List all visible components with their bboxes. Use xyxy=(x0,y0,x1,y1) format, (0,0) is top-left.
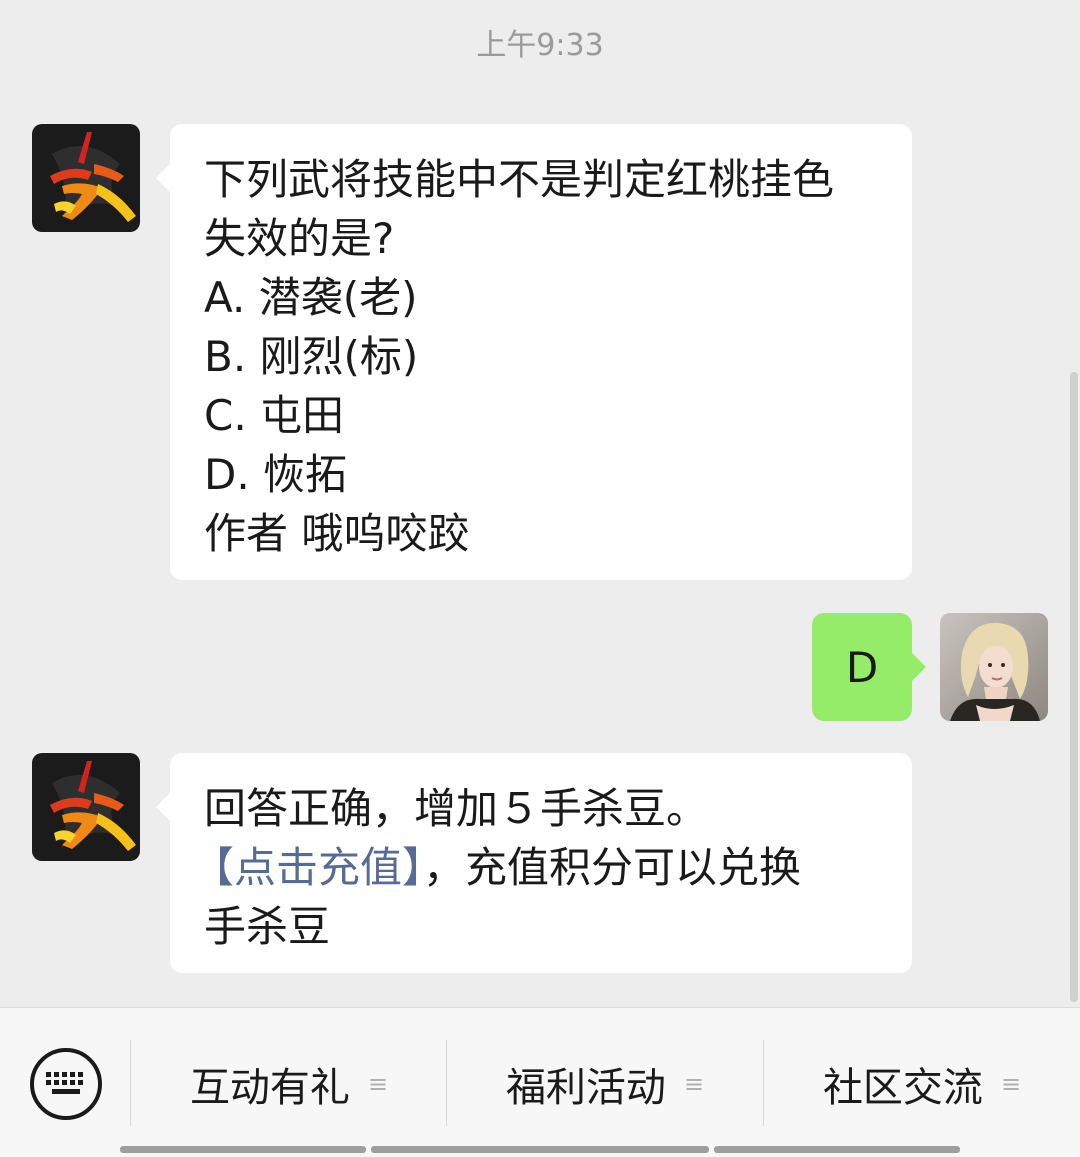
message-line: 失效的是? xyxy=(204,214,395,263)
option-d: D. 恢拓 xyxy=(204,450,348,499)
gesture-bar xyxy=(371,1146,709,1153)
menu-item-community[interactable]: 社区交流 ≡ xyxy=(764,1048,1080,1120)
menu-item-welfare-events[interactable]: 福利活动 ≡ xyxy=(447,1048,763,1120)
submenu-icon: ≡ xyxy=(683,1070,705,1098)
option-a: A. 潜袭(老) xyxy=(204,273,418,322)
menu-item-label: 互动有礼 xyxy=(189,1065,350,1111)
scrollbar[interactable] xyxy=(1070,372,1078,1002)
submenu-icon: ≡ xyxy=(1000,1070,1022,1098)
user-avatar-photo xyxy=(940,613,1048,721)
bot-avatar[interactable] xyxy=(32,753,140,861)
option-b: B. 刚烈(标) xyxy=(204,332,419,381)
user-avatar[interactable] xyxy=(940,613,1048,721)
menu-item-label: 社区交流 xyxy=(822,1065,983,1111)
result-text-tail: 手杀豆 xyxy=(204,902,331,951)
result-text: 回答正确，增加５手杀豆。 xyxy=(204,784,709,833)
bottom-menu-bar: 互动有礼 ≡ 福利活动 ≡ 社区交流 ≡ xyxy=(0,1007,1080,1157)
keyboard-icon xyxy=(46,1072,83,1094)
gesture-bar xyxy=(714,1146,960,1153)
recharge-link[interactable]: 【点击充值】 xyxy=(192,843,423,892)
answer-text: D xyxy=(845,642,879,692)
keyboard-toggle-button[interactable] xyxy=(30,1048,102,1120)
menu-item-interactive-gifts[interactable]: 互动有礼 ≡ xyxy=(131,1048,447,1120)
message-line: 下列武将技能中不是判定红桃挂色 xyxy=(204,155,835,204)
timestamp: 上午9:33 xyxy=(476,28,604,63)
answer-bubble[interactable]: D xyxy=(812,613,926,721)
author-line: 作者 哦呜咬跤 xyxy=(204,509,470,558)
gesture-bar xyxy=(120,1146,366,1153)
recharge-line: 【点击充值】，充值积分可以兑换 xyxy=(192,838,878,897)
sha-logo-icon xyxy=(32,124,140,232)
recharge-text: ，充值积分可以兑换 xyxy=(423,843,802,892)
result-bubble[interactable]: 回答正确，增加５手杀豆。 【点击充值】，充值积分可以兑换 手杀豆 xyxy=(156,753,912,973)
menu-item-label: 福利活动 xyxy=(505,1065,666,1111)
option-c: C. 屯田 xyxy=(204,391,345,440)
sha-logo-icon xyxy=(32,753,140,861)
bot-avatar[interactable] xyxy=(32,124,140,232)
question-bubble[interactable]: 下列武将技能中不是判定红桃挂色 失效的是? A. 潜袭(老) B. 刚烈(标) … xyxy=(156,124,912,580)
submenu-icon: ≡ xyxy=(367,1070,389,1098)
